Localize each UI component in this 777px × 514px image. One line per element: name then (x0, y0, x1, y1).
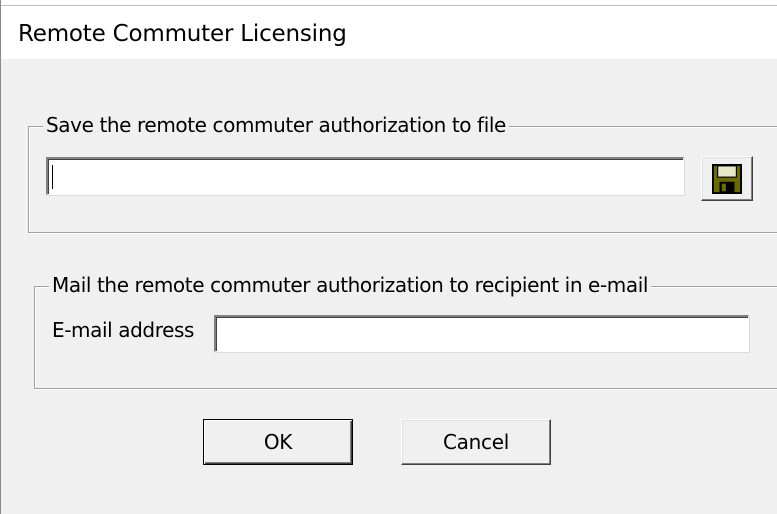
floppy-disk-icon (712, 163, 742, 194)
ok-button-label: OK (263, 430, 293, 454)
file-path-input[interactable] (48, 159, 683, 194)
text-caret (52, 165, 53, 189)
save-group-legend: Save the remote commuter authorization t… (43, 113, 509, 137)
cancel-button-label: Cancel (443, 430, 509, 454)
mail-group-legend: Mail the remote commuter authorization t… (49, 273, 652, 297)
save-file-button[interactable] (701, 156, 753, 201)
remote-commuter-dialog: Remote Commuter Licensing Save the remot… (0, 0, 777, 514)
email-address-input[interactable] (216, 317, 748, 351)
title-bar[interactable]: Remote Commuter Licensing (1, 6, 777, 59)
ok-button[interactable]: OK (203, 419, 353, 465)
window-title: Remote Commuter Licensing (18, 21, 347, 47)
file-path-field[interactable] (46, 157, 684, 195)
cancel-button[interactable]: Cancel (401, 419, 551, 465)
email-address-field[interactable] (214, 315, 749, 352)
email-address-label: E-mail address (52, 318, 195, 342)
